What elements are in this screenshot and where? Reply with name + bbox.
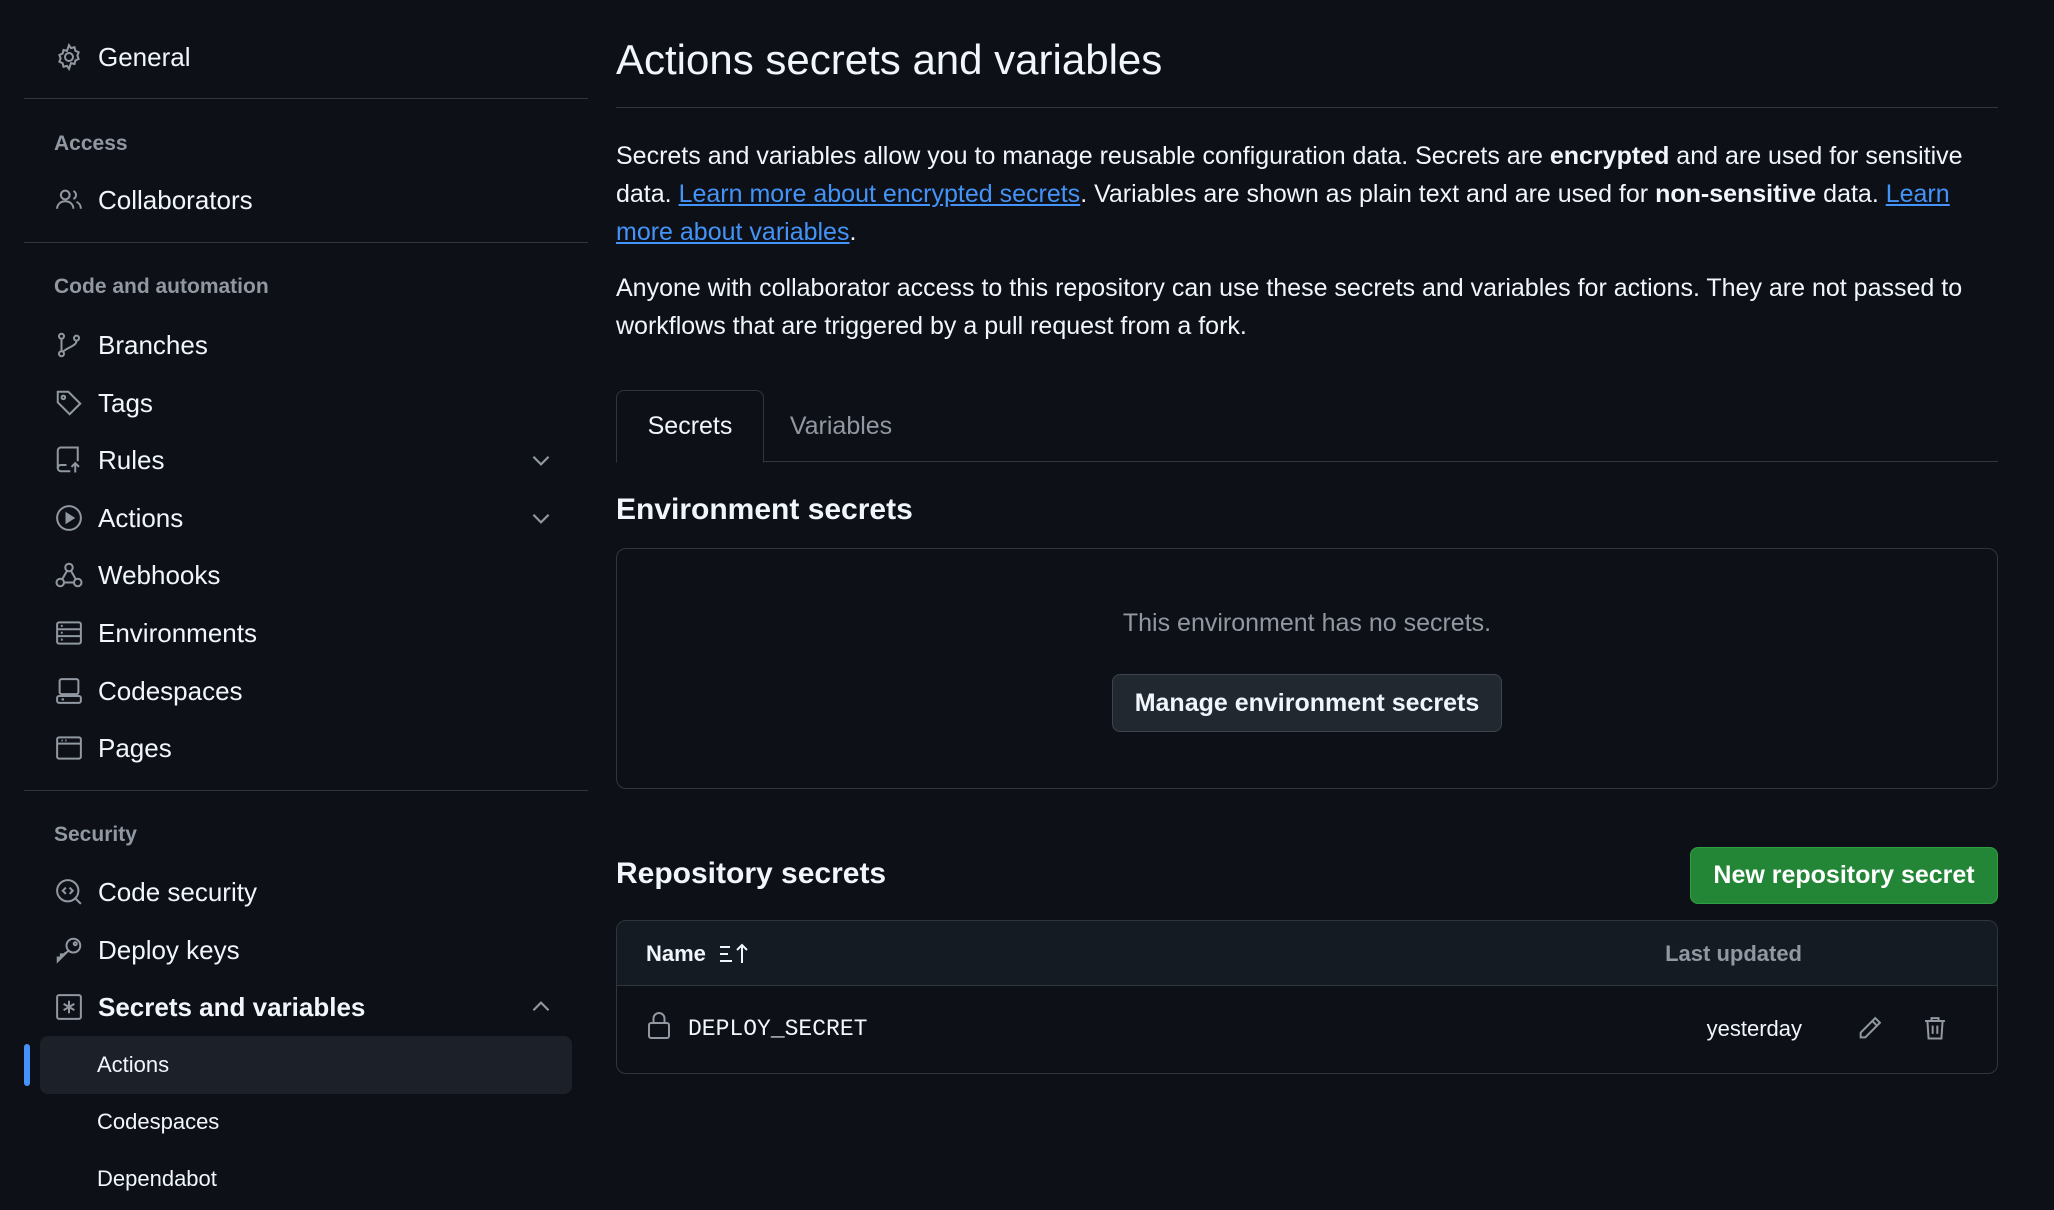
empty-state-text: This environment has no secrets.: [1122, 609, 1492, 637]
sidebar-item-actions[interactable]: Actions: [54, 490, 584, 546]
intro-paragraph: Secrets and variables allow you to manag…: [616, 137, 1998, 251]
manage-environment-secrets-button[interactable]: Manage environment secrets: [1112, 674, 1502, 732]
sidebar-item-label: Tags: [98, 387, 153, 418]
sidebar-item-rules[interactable]: Rules: [54, 432, 584, 488]
intro-text: .: [849, 218, 857, 246]
trash-icon[interactable]: [1919, 1012, 1951, 1044]
tab-secrets[interactable]: Secrets: [616, 390, 764, 463]
sidebar-item-label: Collaborators: [98, 184, 253, 215]
section-heading-code-automation: Code and automation: [54, 275, 269, 298]
intro-text: Secrets and variables allow you to manag…: [616, 142, 1550, 170]
sidebar-item-deploy-keys[interactable]: Deploy keys: [54, 922, 584, 978]
table-header: Name Last updated: [617, 921, 1997, 986]
sidebar-item-label: Webhooks: [98, 559, 221, 590]
secret-name: DEPLOY_SECRET: [688, 1016, 868, 1042]
webhook-icon: [54, 560, 84, 590]
lock-icon: [646, 1010, 672, 1040]
codescan-icon: [54, 877, 84, 907]
sort-ascending-icon[interactable]: [718, 941, 750, 967]
repository-secrets-heading: Repository secrets: [616, 857, 887, 890]
column-label: Name: [646, 941, 706, 966]
server-icon: [54, 618, 84, 648]
sidebar-subitem-dependabot[interactable]: Dependabot: [40, 1150, 572, 1208]
section-heading-security: Security: [54, 823, 137, 846]
access-note: Anyone with collaborator access to this …: [616, 274, 1963, 340]
tab-variables[interactable]: Variables: [766, 390, 916, 463]
sidebar-item-label: Codespaces: [98, 675, 243, 706]
new-repository-secret-button[interactable]: New repository secret: [1690, 847, 1998, 904]
settings-sidebar: General Access Collaborators Code and au…: [24, 0, 588, 1210]
intro-bold-encrypted: encrypted: [1549, 142, 1670, 170]
sidebar-item-label: Environments: [98, 617, 257, 648]
sidebar-item-label: Secrets and variables: [98, 991, 366, 1022]
chevron-down-icon[interactable]: [528, 505, 554, 531]
sidebar-item-webhooks[interactable]: Webhooks: [54, 547, 584, 603]
table-row: DEPLOY_SECRET yesterday: [617, 986, 1997, 1073]
sidebar-item-tags[interactable]: Tags: [54, 375, 584, 431]
active-indicator: [24, 1044, 30, 1086]
sidebar-divider: [24, 790, 588, 791]
sidebar-item-code-security[interactable]: Code security: [54, 864, 584, 920]
column-header-name[interactable]: Name: [646, 941, 750, 967]
intro-text: . Variables are shown as plain text and …: [1080, 180, 1656, 208]
section-heading-access: Access: [54, 132, 128, 155]
sidebar-item-environments[interactable]: Environments: [54, 605, 584, 661]
chevron-up-icon[interactable]: [528, 994, 554, 1020]
people-icon: [54, 185, 84, 215]
sidebar-subitem-codespaces[interactable]: Codespaces: [40, 1093, 572, 1151]
tab-bar: Secrets Variables: [616, 390, 1998, 463]
sidebar-divider: [24, 98, 588, 99]
intro-text: data.: [1816, 180, 1886, 208]
browser-icon: [54, 733, 84, 763]
key-asterisk-icon: [54, 992, 84, 1022]
git-branch-icon: [54, 330, 84, 360]
sidebar-divider: [24, 242, 588, 243]
pencil-icon[interactable]: [1854, 1012, 1886, 1044]
repository-secrets-table: Name Last updated DEPLOY_SECRET yesterda…: [616, 920, 1998, 1074]
title-divider: [616, 107, 1998, 108]
sidebar-item-label: Deploy keys: [98, 934, 240, 965]
key-icon: [54, 935, 84, 965]
page-title: Actions secrets and variables: [616, 36, 1163, 83]
sidebar-item-codespaces[interactable]: Codespaces: [54, 663, 584, 719]
sidebar-item-label: Branches: [98, 329, 208, 360]
codespaces-icon: [54, 676, 84, 706]
sidebar-item-label: Actions: [98, 502, 184, 533]
sidebar-item-collaborators[interactable]: Collaborators: [54, 172, 584, 228]
sidebar-item-general[interactable]: General: [54, 29, 584, 85]
column-header-last-updated: Last updated: [1665, 941, 1802, 966]
sidebar-item-pages[interactable]: Pages: [54, 720, 584, 776]
environment-secrets-empty-state: This environment has no secrets. Manage …: [616, 548, 1998, 789]
sidebar-item-branches[interactable]: Branches: [54, 317, 584, 373]
chevron-down-icon[interactable]: [528, 447, 554, 473]
tag-icon: [54, 388, 84, 418]
environment-secrets-heading: Environment secrets: [616, 493, 913, 526]
repo-push-icon: [54, 445, 84, 475]
gear-icon: [54, 42, 84, 72]
sidebar-item-label: Rules: [98, 444, 165, 475]
learn-more-secrets-link[interactable]: Learn more about encrypted secrets: [679, 180, 1081, 208]
intro-bold-non-sensitive: non-sensitive: [1655, 180, 1817, 208]
sidebar-item-label: General: [98, 41, 191, 72]
secret-last-updated: yesterday: [1706, 1016, 1802, 1041]
sidebar-item-label: Pages: [98, 732, 172, 763]
sidebar-item-secrets-and-variables[interactable]: Secrets and variables: [54, 979, 584, 1035]
sidebar-subitem-actions[interactable]: Actions: [40, 1036, 572, 1094]
sidebar-item-label: Code security: [98, 876, 257, 907]
play-icon: [54, 503, 84, 533]
